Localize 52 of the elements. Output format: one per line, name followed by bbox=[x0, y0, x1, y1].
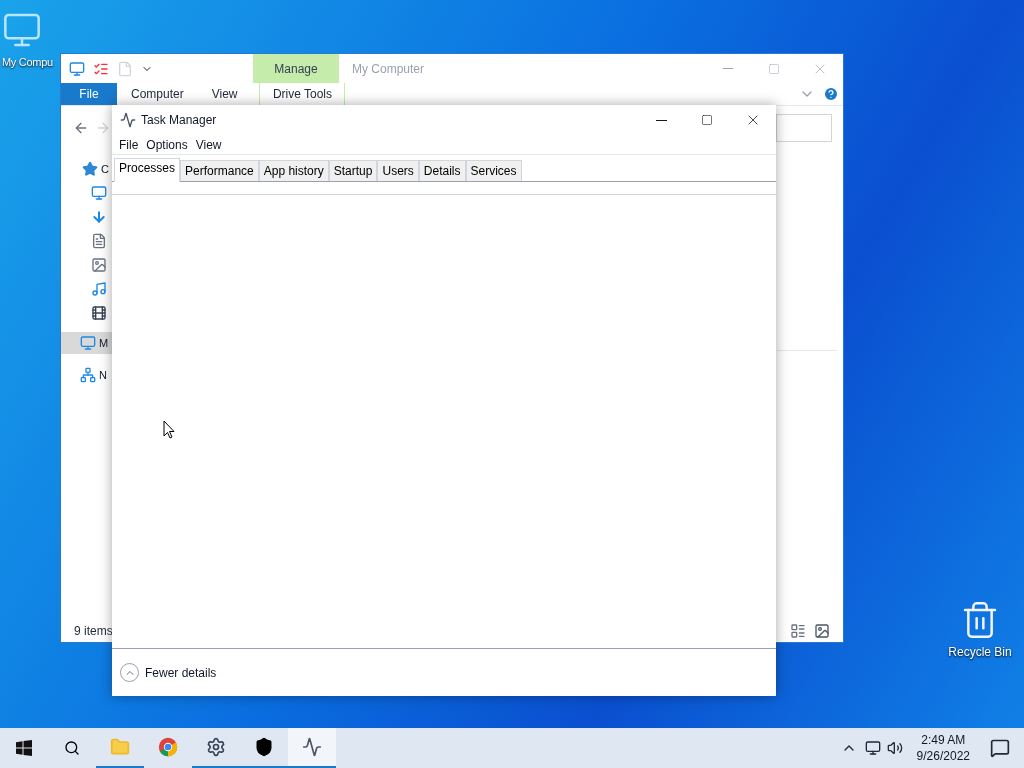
shield-icon bbox=[254, 737, 274, 757]
volume-icon[interactable] bbox=[886, 740, 903, 756]
search-icon bbox=[64, 740, 80, 756]
computer-icon bbox=[80, 335, 96, 351]
minimize-icon bbox=[655, 119, 667, 121]
mouse-pointer-icon bbox=[163, 420, 175, 439]
menu-item[interactable]: Options bbox=[142, 135, 192, 154]
folder-icon bbox=[110, 737, 130, 757]
clock[interactable]: 2:49 AM 9/26/2022 bbox=[910, 732, 976, 764]
download-icon bbox=[91, 209, 107, 225]
contextual-group-label: Manage bbox=[253, 54, 339, 83]
menu-item[interactable]: View bbox=[191, 135, 226, 154]
tab[interactable]: App history bbox=[258, 160, 329, 181]
film-icon bbox=[91, 305, 107, 321]
tab[interactable]: Startup bbox=[328, 160, 378, 181]
tab[interactable]: Services bbox=[465, 160, 522, 181]
help-icon[interactable] bbox=[823, 86, 839, 102]
search-field[interactable] bbox=[776, 114, 832, 142]
settings-icon bbox=[206, 737, 226, 757]
task-manager-icon bbox=[120, 112, 136, 128]
music-note-icon bbox=[91, 281, 107, 297]
desktop-icon-label[interactable]: Recycle Bin bbox=[948, 644, 1012, 660]
back-arrow-icon[interactable] bbox=[73, 120, 89, 136]
details-view-icon[interactable] bbox=[790, 623, 806, 639]
task-manager-icon bbox=[302, 737, 322, 757]
maximize-icon bbox=[768, 62, 780, 75]
tab[interactable]: Performance bbox=[180, 160, 259, 181]
nav-pane-item[interactable]: C bbox=[61, 158, 112, 180]
tab[interactable]: Details bbox=[418, 160, 466, 181]
tab[interactable]: Users bbox=[377, 160, 419, 181]
star-icon bbox=[82, 161, 98, 177]
nav-pane-item[interactable]: N bbox=[61, 364, 112, 386]
document-icon bbox=[91, 233, 107, 249]
minimize-icon bbox=[723, 68, 733, 69]
maximize-icon bbox=[701, 114, 713, 126]
tab[interactable]: Processes bbox=[114, 158, 181, 182]
ribbon-tab[interactable]: Computer bbox=[117, 83, 198, 105]
status-text: 9 items bbox=[74, 623, 113, 640]
menu-item[interactable]: File bbox=[115, 135, 143, 154]
window-title: My Computer bbox=[352, 60, 425, 78]
windows-logo-icon bbox=[16, 740, 32, 756]
nav-pane-item[interactable]: M bbox=[61, 332, 112, 354]
desktop-icon bbox=[91, 185, 107, 201]
notifications-icon[interactable] bbox=[990, 738, 1010, 758]
fewer-details-button[interactable]: Fewer details bbox=[120, 663, 217, 682]
large-icons-view-icon[interactable] bbox=[814, 623, 830, 639]
ribbon-tab[interactable]: View bbox=[197, 83, 252, 105]
computer-icon[interactable] bbox=[69, 60, 85, 77]
window-title: Task Manager bbox=[141, 112, 217, 129]
browser-icon bbox=[158, 737, 178, 757]
ribbon-tab[interactable]: File bbox=[61, 83, 117, 105]
picture-icon bbox=[91, 257, 107, 273]
